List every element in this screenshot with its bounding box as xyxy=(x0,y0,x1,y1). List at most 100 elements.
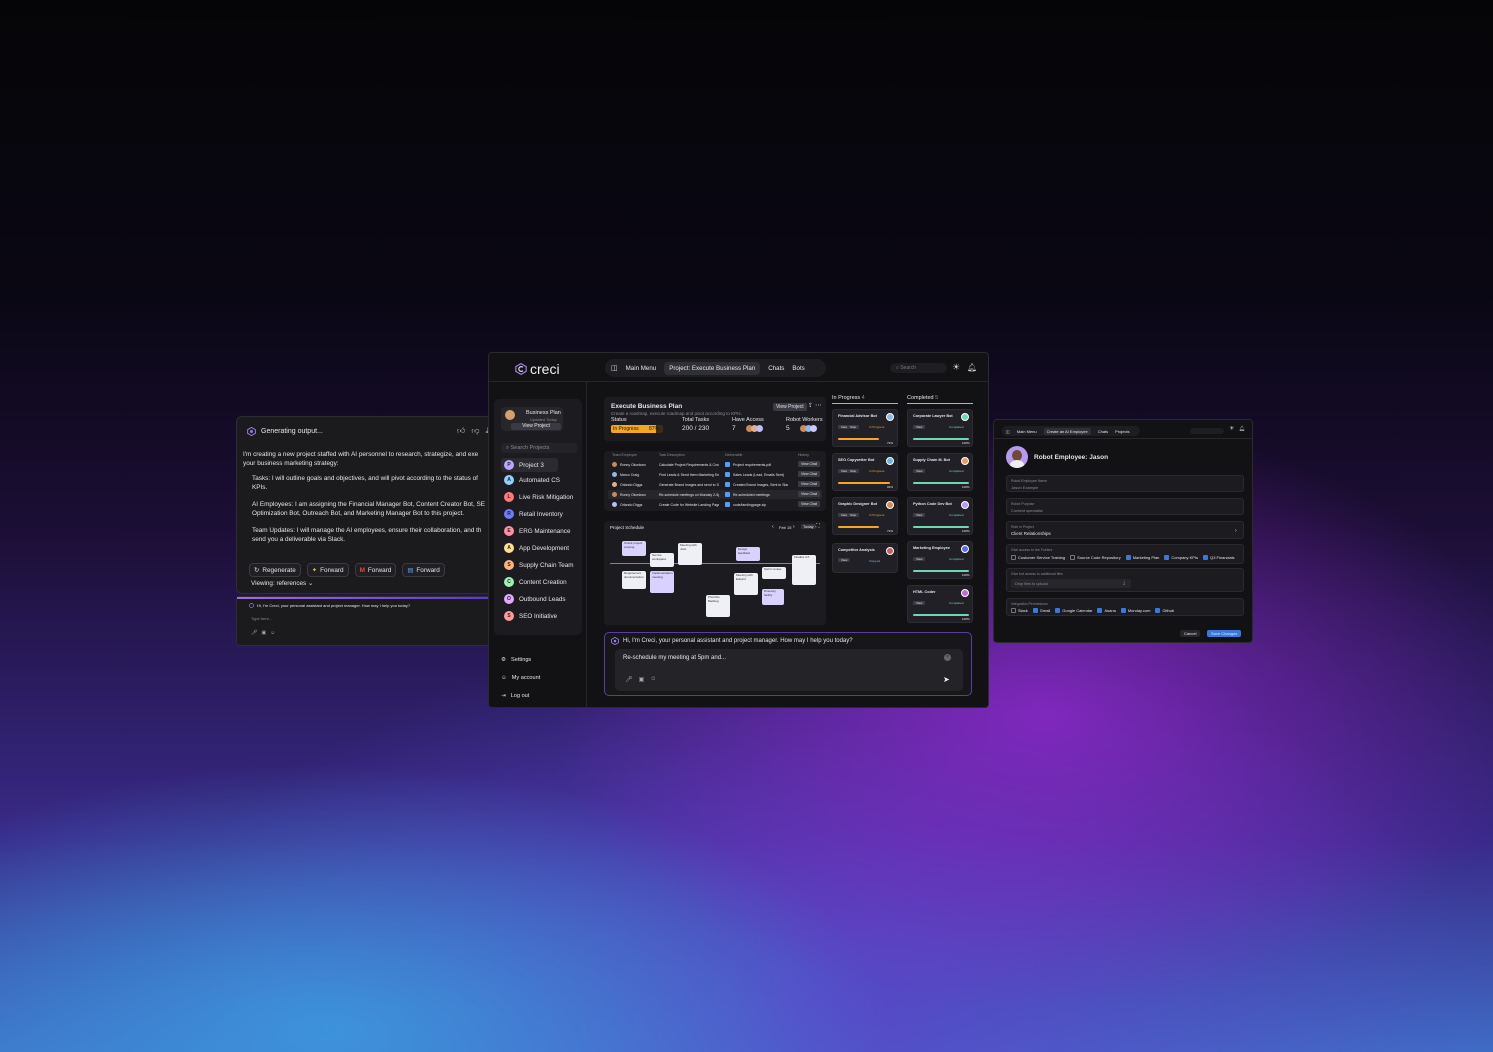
my-account-link[interactable]: ☺ My account xyxy=(501,675,540,681)
view-chat-button[interactable]: View Chat xyxy=(798,471,820,477)
chat-input-text[interactable]: Re-schedule my meeting at 5pm and... xyxy=(623,655,726,661)
thumbs-down-icon[interactable]: 👎︎ xyxy=(471,426,479,436)
cancel-button[interactable]: Cancel xyxy=(1180,630,1201,637)
file-upload-dropzone[interactable]: Drop files to upload ⤓ xyxy=(1011,579,1131,588)
nav-bots[interactable]: Bots xyxy=(792,365,804,372)
completed-card[interactable]: Supply Chain M. Bot View Completed 100% xyxy=(907,453,973,491)
regenerate-button[interactable]: ↻ Regenerate xyxy=(249,563,301,577)
search-input[interactable]: ⌕ Search xyxy=(890,363,947,373)
schedule-event[interactable]: Sprint review xyxy=(762,567,786,579)
logout-link[interactable]: ⇥ Log out xyxy=(501,693,529,699)
forward-slack-button[interactable]: ✦ Forward xyxy=(306,563,349,577)
sidebar-item-project[interactable]: S Supply Chain Team xyxy=(504,560,574,570)
theme-sun-icon[interactable]: ☀ xyxy=(1229,425,1234,432)
schedule-event[interactable]: Prioritize Backlog xyxy=(706,595,730,617)
schedule-event[interactable]: Meeting with Eduard xyxy=(734,573,758,595)
robot-name-field[interactable]: Robot Employee Name Jason Example xyxy=(1006,475,1244,492)
schedule-event[interactable]: Implementation meeting xyxy=(650,571,674,593)
view-chat-button[interactable]: View Chat xyxy=(798,481,820,487)
prev-icon[interactable]: ‹ xyxy=(772,524,774,530)
robot-purpose-field[interactable]: Robot Purpose Content specialist xyxy=(1006,498,1244,515)
nav-chats[interactable]: Chats xyxy=(1098,429,1108,434)
sidebar-item-project[interactable]: R Retail Inventory xyxy=(504,509,563,519)
stop-button[interactable]: Stop xyxy=(847,513,860,517)
checkbox-option[interactable]: Asana xyxy=(1097,608,1116,614)
sidebar-item-project[interactable]: P Project 3 xyxy=(501,458,558,472)
deliverable[interactable]: Re-scheduled meetings xyxy=(733,493,788,497)
checkbox-option[interactable]: Marketing Plan xyxy=(1125,555,1159,561)
nav-chats[interactable]: Chats xyxy=(768,365,784,372)
sidebar-item-project[interactable]: A Automated CS xyxy=(504,475,560,485)
view-button[interactable]: View xyxy=(913,601,926,605)
schedule-event[interactable]: Check project scoping xyxy=(622,541,646,556)
chat-input-box[interactable]: Re-schedule my meeting at 5pm and... × 🎤… xyxy=(615,649,963,691)
view-button[interactable]: View xyxy=(913,557,926,561)
in-progress-card[interactable]: Graphic Designer Bot View In Progress Stop 7… xyxy=(832,497,898,535)
checkbox-option[interactable]: Gmail xyxy=(1032,608,1050,614)
emoji-icon[interactable]: ☺ xyxy=(270,630,275,636)
view-button[interactable]: View xyxy=(913,425,926,429)
view-project-button[interactable]: View Project xyxy=(773,403,807,411)
schedule-event[interactable]: Set the workspace xyxy=(650,553,674,567)
deliverable[interactable]: Created Brand Images, Sent to Slack xyxy=(733,483,788,487)
view-chat-button[interactable]: View Chat xyxy=(798,461,820,467)
schedule-event[interactable]: Finalize UX xyxy=(792,555,816,585)
checkbox-option[interactable]: Company KPIs xyxy=(1164,555,1198,561)
completed-card[interactable]: HTML Coder View Completed 100% xyxy=(907,585,973,623)
image-icon[interactable]: ▣ xyxy=(261,630,266,636)
schedule-event[interactable]: Requirement documentation xyxy=(622,571,646,589)
schedule-event[interactable]: Directory facility xyxy=(762,589,784,605)
viewing-references[interactable]: Viewing: references ⌄ xyxy=(251,580,313,587)
nav-projects[interactable]: Projects xyxy=(1115,429,1129,434)
bell-icon[interactable]: 🔔︎ xyxy=(1239,426,1245,432)
thumbs-up-icon[interactable]: 👍︎ xyxy=(457,426,465,436)
nav-main-menu[interactable]: Main Menu xyxy=(626,365,657,372)
sidebar-toggle-icon[interactable]: ◫ xyxy=(611,364,618,372)
mini-input[interactable]: Type here... xyxy=(251,616,272,621)
nav-project[interactable]: Project: Execute Business Plan xyxy=(664,361,761,375)
schedule-event[interactable]: Design feedback xyxy=(736,547,760,561)
checkbox-option[interactable]: Google Calendar xyxy=(1055,608,1092,614)
checkbox-option[interactable]: Customer Service Training xyxy=(1011,555,1065,561)
nav-create-employee[interactable]: Create an AI Employee xyxy=(1043,427,1091,435)
save-changes-button[interactable]: Save Changes xyxy=(1207,630,1242,637)
completed-card[interactable]: Python Code Dev Bot View Completed 100% xyxy=(907,497,973,535)
stop-button[interactable]: Stop xyxy=(847,469,860,473)
in-progress-card[interactable]: Financial Advisor Bot View In Progress Stop… xyxy=(832,409,898,447)
sidebar-item-project[interactable]: E ERG Maintenance xyxy=(504,526,570,536)
stop-button[interactable]: Stop xyxy=(847,425,860,429)
more-icon[interactable]: ⋯ xyxy=(815,401,822,409)
completed-card[interactable]: Corporate Lawyer Bot View Completed 100% xyxy=(907,409,973,447)
sidebar-item-project[interactable]: A App Development xyxy=(504,543,569,553)
sidebar-item-project[interactable]: C Content Creation xyxy=(504,577,567,587)
checkbox-option[interactable]: Github xyxy=(1155,608,1174,614)
view-chat-button[interactable]: View Chat xyxy=(798,491,820,497)
checkbox-option[interactable]: Source Code Repository xyxy=(1070,555,1121,561)
search-input[interactable] xyxy=(1190,428,1224,434)
send-icon[interactable]: ➤ xyxy=(943,675,950,684)
checkbox-option[interactable]: Slack xyxy=(1011,608,1028,614)
forward-gmail-button[interactable]: M Forward xyxy=(354,563,397,577)
mic-icon[interactable]: 🎤︎ xyxy=(625,676,633,683)
share-icon[interactable]: ⇪ xyxy=(808,402,813,409)
emoji-icon[interactable]: ☺ xyxy=(650,676,656,683)
view-project-button[interactable]: View Project xyxy=(511,423,561,430)
deliverable[interactable]: code/landingpage.zip xyxy=(733,503,788,507)
bell-icon[interactable]: 🔔︎ xyxy=(967,363,977,372)
next-icon[interactable]: › xyxy=(793,524,795,530)
schedule-event[interactable]: Meeting with Josh xyxy=(678,543,702,565)
business-plan-card[interactable]: Business Plan Updated Today View Project xyxy=(501,407,563,431)
checkbox-option[interactable]: Q3 Financials xyxy=(1203,555,1235,561)
settings-link[interactable]: ⚙ Settings xyxy=(501,657,531,663)
mic-icon[interactable]: 🎤︎ xyxy=(251,630,257,636)
view-chat-button[interactable]: View Chat xyxy=(798,501,820,507)
in-progress-card[interactable]: SEO Copywriter Bot View In Progress Stop 93% xyxy=(832,453,898,491)
image-icon[interactable]: ▣ xyxy=(639,676,645,683)
search-projects-input[interactable]: ⌕ Search Projects xyxy=(501,443,577,453)
today-button[interactable]: Today xyxy=(801,524,816,529)
expand-icon[interactable]: ⛶ xyxy=(816,523,820,529)
role-select[interactable]: Role in Project Client Relationships › xyxy=(1006,521,1244,539)
sidebar-item-project[interactable]: L Live Risk Mitigation xyxy=(504,492,573,502)
sidebar-item-project[interactable]: S SEO Initiative xyxy=(504,611,557,621)
sidebar-item-project[interactable]: O Outbound Leads xyxy=(504,594,566,604)
